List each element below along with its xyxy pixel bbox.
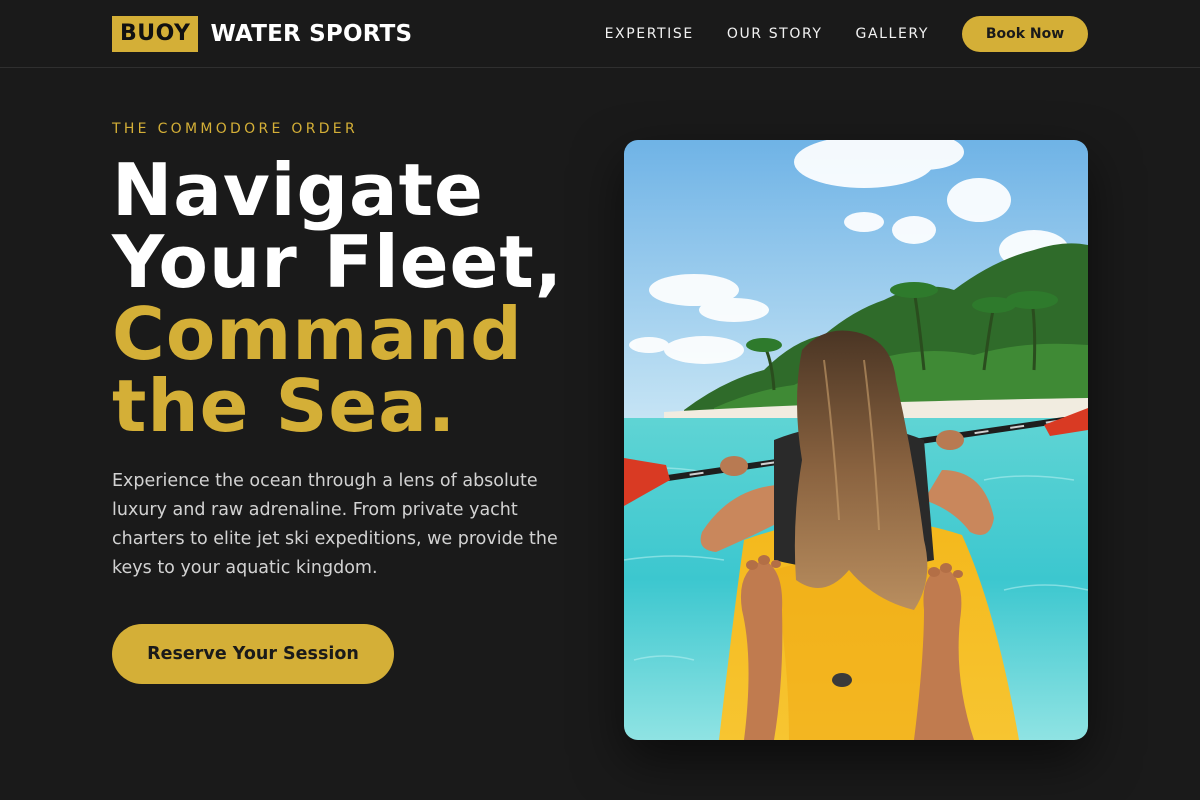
- headline-line-3: Command: [112, 292, 523, 376]
- book-now-button[interactable]: Book Now: [962, 16, 1088, 52]
- hero-eyebrow: THE COMMODORE ORDER: [112, 121, 358, 137]
- kayak-photo-illustration: [624, 140, 1088, 740]
- site-header: BUOY WATER SPORTS EXPERTISE OUR STORY GA…: [0, 0, 1200, 68]
- nav-link-expertise[interactable]: EXPERTISE: [605, 26, 694, 42]
- reserve-session-button[interactable]: Reserve Your Session: [112, 624, 394, 684]
- brand-name: WATER SPORTS: [210, 21, 413, 47]
- headline-line-2: Your Fleet,: [112, 220, 564, 304]
- nav-link-gallery[interactable]: GALLERY: [856, 26, 929, 42]
- headline-line-4: the Sea.: [112, 364, 457, 448]
- nav-link-our-story[interactable]: OUR STORY: [727, 26, 823, 42]
- headline-line-1: Navigate: [112, 148, 484, 232]
- brand-badge: BUOY: [112, 16, 199, 52]
- brand-logo[interactable]: BUOY WATER SPORTS: [112, 16, 412, 52]
- main-nav: EXPERTISE OUR STORY GALLERY Book Now: [605, 0, 1088, 68]
- hero-headline: Navigate Your Fleet, Command the Sea.: [112, 154, 612, 442]
- hero-image: [624, 140, 1088, 740]
- hero-description: Experience the ocean through a lens of a…: [112, 471, 558, 578]
